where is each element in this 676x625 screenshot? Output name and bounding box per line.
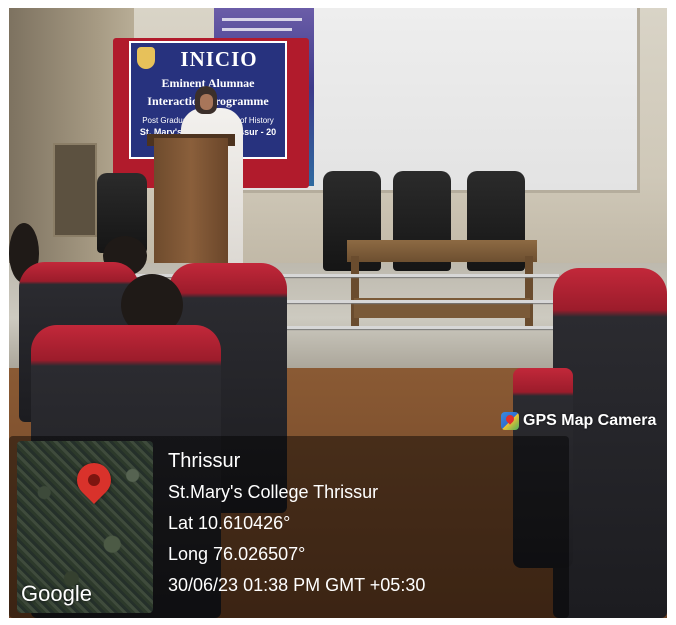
photo-frame: INICIO Eminent Alumnae Interaction Progr…	[9, 8, 667, 618]
location-longitude: Long 76.026507°	[168, 544, 306, 564]
gps-brand: GPS Map Camera	[501, 410, 656, 432]
location-latitude: Lat 10.610426°	[168, 513, 291, 533]
stage-table	[347, 240, 537, 262]
speaker-face	[200, 94, 213, 110]
college-crest-icon	[137, 47, 155, 69]
location-city: Thrissur	[168, 450, 241, 472]
wall-shelf	[53, 143, 97, 237]
mini-map: Google	[17, 441, 153, 613]
gps-details: Thrissur St.Mary's College Thrissur Lat …	[168, 446, 425, 601]
map-logo: Google	[21, 581, 92, 606]
gps-map-camera-icon	[501, 412, 519, 430]
location-datetime: 30/06/23 01:38 PM GMT +05:30	[168, 575, 426, 595]
slide-text-line	[222, 28, 292, 31]
podium	[154, 138, 228, 268]
slide-text-line	[222, 18, 302, 21]
location-place: St.Mary's College Thrissur	[168, 482, 379, 502]
gps-brand-label: GPS Map Camera	[523, 412, 657, 429]
map-pin-icon	[69, 455, 119, 505]
